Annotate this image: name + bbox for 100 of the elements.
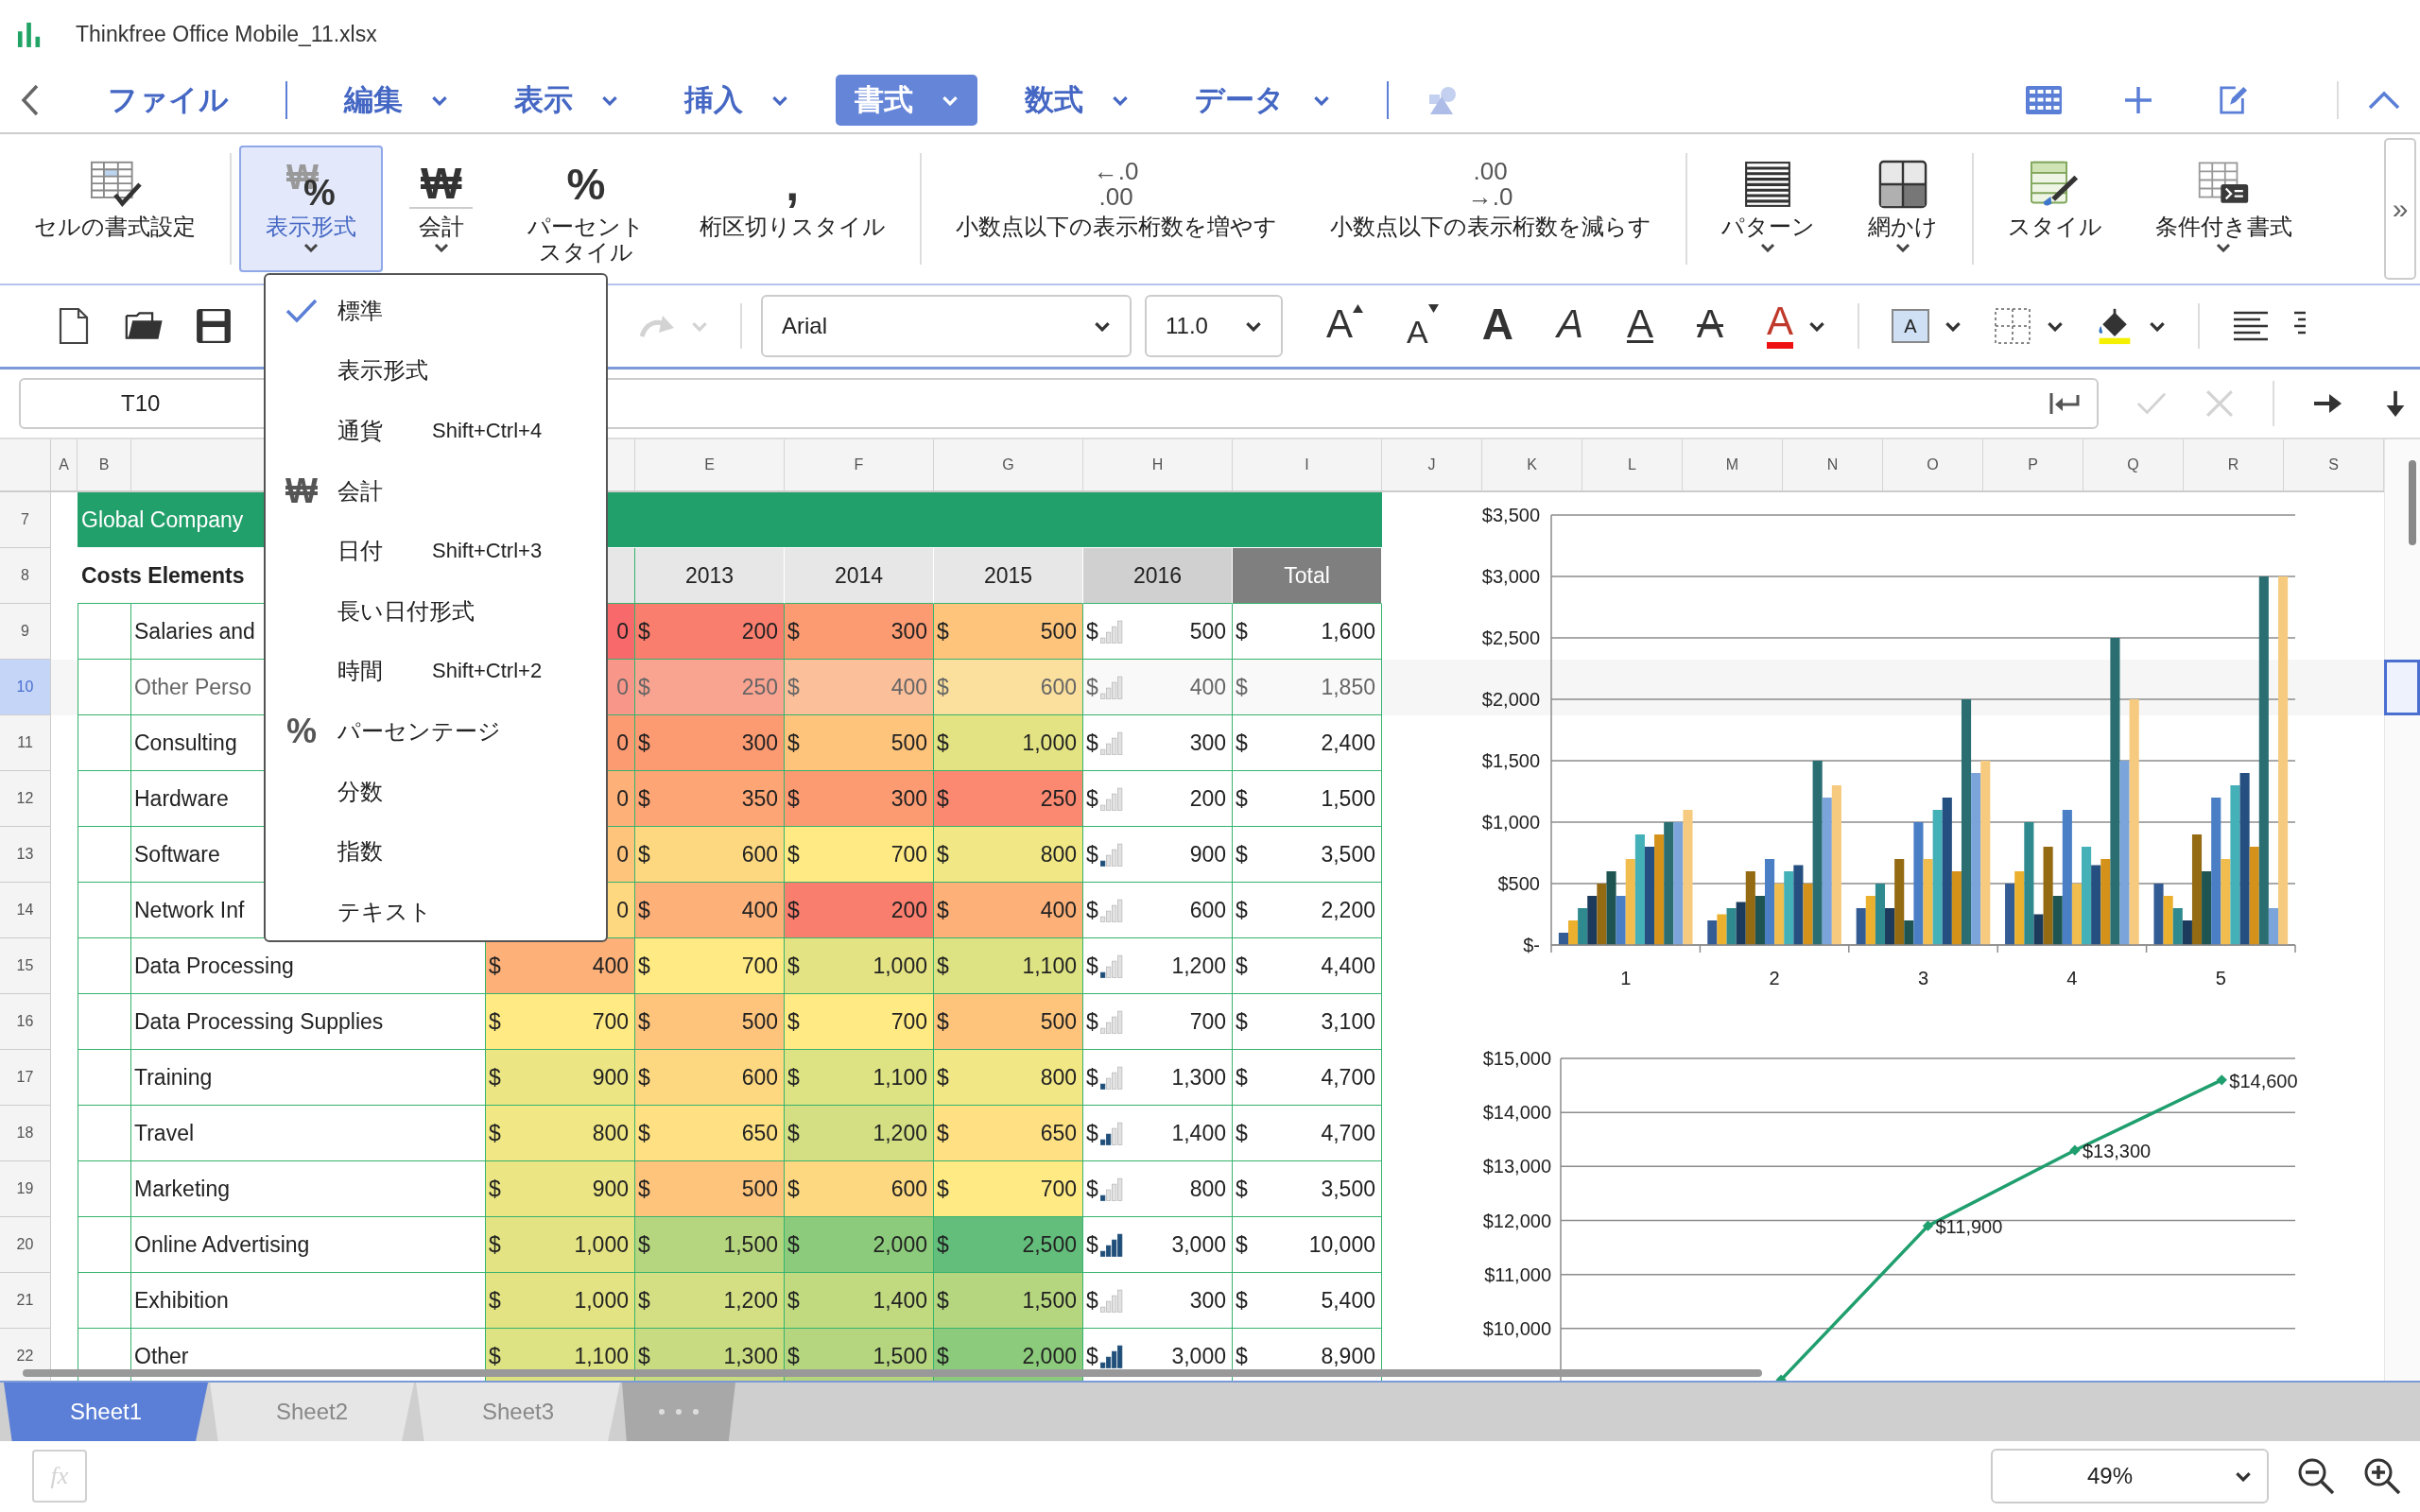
row-header[interactable]: 21 [0, 1273, 51, 1329]
caret-icon[interactable] [2149, 320, 2166, 332]
scrollbar-thumb[interactable] [23, 1369, 1762, 1377]
ribbon-button[interactable]: 条件付き書式 [2128, 146, 2319, 272]
zoom-dropdown[interactable]: 49% [1991, 1449, 2269, 1503]
underline-button[interactable]: A [1626, 301, 1653, 352]
column-header[interactable]: A [51, 439, 78, 490]
bold-button[interactable]: A [1481, 301, 1513, 352]
strike-button[interactable]: A [1696, 301, 1723, 352]
column-header[interactable]: R [2184, 439, 2284, 490]
menu-tab[interactable]: ファイル [89, 75, 248, 126]
signal-bars-icon [1099, 1232, 1123, 1257]
caret-icon[interactable] [2047, 320, 2064, 332]
signal-bars-icon [1099, 842, 1123, 867]
column-header[interactable]: K [1482, 439, 1582, 490]
column-header[interactable]: M [1683, 439, 1783, 490]
row-header[interactable]: 12 [0, 771, 51, 827]
row-header[interactable]: 7 [0, 492, 51, 548]
decrease-font-button[interactable]: A [1407, 301, 1439, 352]
axis-label: $13,000 [1482, 1156, 1551, 1177]
more-button[interactable]: » [2384, 138, 2416, 280]
table-cell: Online Advertising [131, 1217, 486, 1273]
row-header[interactable]: 11 [0, 715, 51, 771]
menu-tab[interactable]: 数式 [1006, 75, 1148, 126]
currency-sign: $ [489, 1176, 501, 1202]
down-triangle-icon [1427, 304, 1439, 313]
column-header[interactable]: J [1382, 439, 1482, 490]
cell-value: 600 [741, 841, 778, 868]
sheet-tab[interactable]: Sheet1 [4, 1383, 208, 1441]
menu-tab[interactable]: 書式 [836, 75, 977, 126]
row-header[interactable]: 14 [0, 883, 51, 938]
currency-sign: $ [1086, 1287, 1098, 1314]
row-header[interactable]: 22 [0, 1329, 51, 1381]
signal-bars-icon [1099, 1121, 1123, 1145]
percent-icon: % [566, 161, 606, 208]
column-header[interactable]: N [1783, 439, 1883, 490]
column-header[interactable]: Q [2083, 439, 2184, 490]
document-title: Thinkfree Office Mobile_11.xlsx [76, 21, 377, 47]
row-header[interactable]: 13 [0, 827, 51, 883]
row-header[interactable]: 18 [0, 1106, 51, 1161]
axis-label: $12,000 [1482, 1210, 1551, 1231]
ribbon-button[interactable]: % パーセントスタイル [499, 146, 673, 272]
ribbon-button[interactable]: ₩ 会計 [383, 146, 500, 272]
ribbon-button[interactable]: .00 →.0 小数点以下の表示桁数を減らす [1303, 146, 1678, 272]
column-header[interactable]: B [78, 439, 131, 490]
ribbon-button[interactable]: ←.0 .00 小数点以下の表示桁数を増やす [928, 146, 1304, 272]
column-header[interactable]: H [1083, 439, 1233, 490]
cell-value: 600 [890, 1176, 927, 1202]
table-cell [78, 1050, 131, 1106]
zoom-in-icon[interactable] [2363, 1457, 2401, 1495]
currency-sign: $ [1236, 953, 1248, 979]
column-header[interactable]: O [1883, 439, 1983, 490]
font-color-button[interactable]: A [1767, 301, 1793, 352]
row-header[interactable]: 9 [0, 604, 51, 660]
zoom-out-icon[interactable] [2297, 1457, 2335, 1495]
scrollbar-track[interactable] [2384, 439, 2420, 1381]
scrollbar-thumb[interactable] [2409, 460, 2416, 545]
ribbon-button[interactable]: , 桁区切りスタイル [672, 146, 912, 272]
row-header[interactable]: 16 [0, 994, 51, 1050]
ribbon-button[interactable]: セルの書式設定 [8, 146, 222, 272]
currency-sign: $ [787, 953, 800, 979]
menu-tab[interactable]: 挿入 [666, 75, 807, 126]
menu-tab[interactable]: 表示 [495, 75, 637, 126]
font-dropdown[interactable]: Arial [761, 295, 1132, 357]
selected-cell[interactable] [2384, 660, 2420, 715]
caret-icon[interactable] [1808, 320, 1825, 332]
currency-sign: $ [1236, 897, 1248, 923]
cell-style-button[interactable]: A [1892, 309, 1929, 343]
row-header[interactable]: 20 [0, 1217, 51, 1273]
currency-sign: $ [787, 618, 800, 644]
caret-icon[interactable] [1945, 320, 1962, 332]
back-icon[interactable] [21, 84, 40, 116]
row-header[interactable]: 17 [0, 1050, 51, 1106]
row-header[interactable]: 15 [0, 938, 51, 994]
ribbon-button[interactable]: 網かけ [1841, 146, 1964, 272]
cell-value: 800 [592, 1120, 629, 1146]
column-header[interactable]: I [1233, 439, 1382, 490]
save-icon[interactable] [195, 307, 233, 345]
currency-sign: $ [1236, 1176, 1248, 1202]
currency-sign: $ [1236, 1287, 1248, 1314]
row-header[interactable]: 19 [0, 1161, 51, 1217]
column-header[interactable]: F [785, 439, 934, 490]
table-header-cell: 2013 [635, 548, 785, 604]
collapse-icon[interactable] [2367, 90, 2401, 111]
ribbon-button[interactable]: スタイル [1980, 146, 2129, 272]
column-header[interactable]: P [1983, 439, 2083, 490]
axis-label: $3,500 [1481, 505, 1540, 525]
menu-tab[interactable]: 編集 [325, 75, 467, 126]
increase-font-button[interactable]: A [1326, 301, 1363, 352]
column-header[interactable]: E [635, 439, 785, 490]
row-header[interactable]: 8 [0, 548, 51, 604]
column-header[interactable]: G [934, 439, 1083, 490]
column-header[interactable]: L [1582, 439, 1683, 490]
menu-tab[interactable]: データ [1176, 75, 1349, 126]
font-size-dropdown[interactable]: 11.0 [1145, 295, 1283, 357]
grid-icon[interactable] [2025, 85, 2063, 115]
italic-button[interactable]: A [1556, 301, 1583, 352]
ribbon-button[interactable]: パターン [1694, 146, 1841, 272]
borders-icon[interactable] [1994, 307, 2031, 345]
menu-item[interactable]: 標準 [266, 281, 606, 341]
